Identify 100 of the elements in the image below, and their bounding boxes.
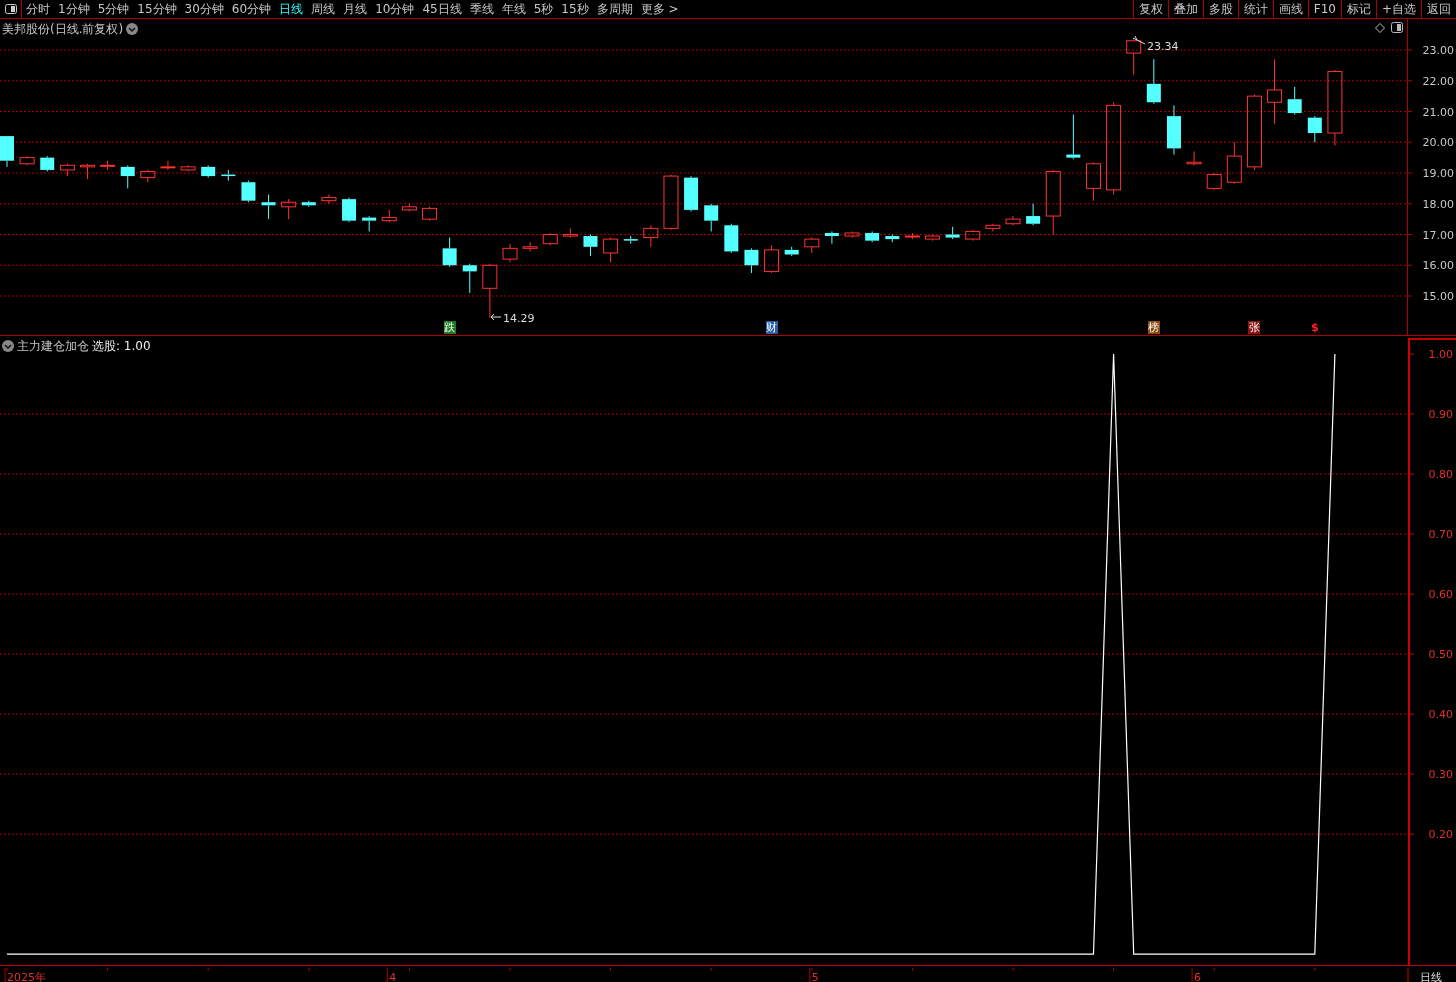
candlestick bbox=[925, 234, 940, 242]
candlestick bbox=[1206, 172, 1222, 191]
toolbar-button[interactable]: 多股 bbox=[1202, 0, 1238, 18]
axis-label: 0.50 bbox=[1428, 648, 1453, 662]
candlestick bbox=[201, 164, 216, 179]
period-tab[interactable]: 月线 bbox=[339, 0, 372, 18]
candlestick bbox=[381, 209, 397, 223]
candlestick bbox=[562, 227, 578, 239]
candlestick bbox=[120, 164, 135, 189]
event-tag: 张 bbox=[1248, 321, 1261, 334]
candlestick bbox=[1066, 114, 1081, 160]
candlestick bbox=[140, 169, 156, 183]
toolbar-button[interactable]: 返回 bbox=[1421, 0, 1456, 18]
period-tab[interactable]: 5分钟 bbox=[93, 0, 134, 18]
toolbar-button[interactable]: F10 bbox=[1307, 0, 1341, 18]
candlestick bbox=[985, 223, 1001, 232]
axis-label: 0.80 bbox=[1428, 468, 1453, 482]
period-tab[interactable]: 周线 bbox=[307, 0, 340, 18]
candlestick bbox=[422, 206, 437, 222]
period-tab[interactable]: 更多 > bbox=[636, 0, 683, 18]
toolbar-button[interactable]: 统计 bbox=[1237, 0, 1273, 18]
period-tab[interactable]: 30分钟 bbox=[180, 0, 228, 18]
chart-title: 美邦股份(日线.前复权) bbox=[2, 21, 124, 38]
candlestick bbox=[1166, 104, 1181, 156]
period-tab[interactable]: 45日线 bbox=[418, 0, 466, 18]
dropdown-icon[interactable] bbox=[126, 23, 139, 35]
period-tab[interactable]: 15分钟 bbox=[133, 0, 181, 18]
leader-line bbox=[1132, 35, 1146, 45]
candlestick bbox=[1287, 86, 1302, 116]
axis-label: 5 bbox=[811, 970, 819, 982]
candlestick bbox=[442, 237, 457, 268]
axis-label: 21.00 bbox=[1422, 105, 1454, 119]
candlestick bbox=[40, 155, 55, 172]
axis-label: 6 bbox=[1194, 970, 1202, 982]
axis-label: 0.40 bbox=[1428, 708, 1453, 722]
candlestick bbox=[301, 200, 316, 208]
period-tab[interactable]: 年线 bbox=[497, 0, 530, 18]
panel-toggle-icon[interactable] bbox=[1391, 22, 1403, 33]
candlestick bbox=[542, 232, 558, 246]
candlestick bbox=[945, 226, 960, 240]
candlestick bbox=[100, 160, 116, 171]
period-label: 日线 bbox=[1420, 970, 1442, 982]
candlestick bbox=[1226, 141, 1242, 185]
candlestick bbox=[261, 194, 276, 220]
leader-line bbox=[490, 313, 502, 321]
axis-label: 19.00 bbox=[1422, 167, 1454, 180]
candlestick bbox=[744, 247, 759, 274]
indicator-name: 主力建仓加仓 bbox=[17, 338, 89, 355]
axis-label: 0.90 bbox=[1428, 408, 1453, 421]
axis-label: 0.20 bbox=[1428, 828, 1453, 842]
candlestick bbox=[0, 135, 14, 168]
candlestick bbox=[1005, 215, 1021, 226]
period-tab[interactable]: 5秒 bbox=[529, 0, 558, 18]
toolbar-button[interactable]: 标记 bbox=[1340, 0, 1376, 18]
candlestick bbox=[482, 263, 498, 319]
candlestick bbox=[784, 246, 799, 257]
candlestick bbox=[19, 155, 35, 166]
candlestick bbox=[1307, 115, 1322, 143]
event-tag: 榜 bbox=[1147, 321, 1160, 334]
candlestick bbox=[281, 198, 297, 220]
period-tab[interactable]: 多周期 bbox=[592, 0, 637, 18]
candlestick bbox=[180, 164, 196, 172]
candlestick bbox=[643, 224, 659, 248]
candlestick bbox=[462, 263, 477, 294]
axis-label: 0.70 bbox=[1428, 528, 1453, 542]
period-tab[interactable]: 10分钟 bbox=[371, 0, 419, 18]
candlestick bbox=[583, 234, 598, 257]
candlestick bbox=[623, 235, 638, 245]
candlestick bbox=[59, 163, 75, 177]
diamond-icon[interactable] bbox=[1375, 22, 1385, 33]
price-label: 23.34 bbox=[1147, 40, 1179, 53]
toolbar-button[interactable]: +自选 bbox=[1375, 0, 1421, 18]
candlestick bbox=[844, 230, 860, 239]
toolbar-button[interactable]: 复权 bbox=[1132, 0, 1168, 18]
period-tab[interactable]: 分时 bbox=[22, 0, 54, 18]
period-tab[interactable]: 60分钟 bbox=[227, 0, 276, 18]
toolbar-button[interactable]: 叠加 bbox=[1167, 0, 1203, 18]
dropdown-icon[interactable] bbox=[2, 340, 14, 352]
period-tab[interactable]: 季线 bbox=[465, 0, 498, 18]
axis-label: 0.60 bbox=[1428, 588, 1453, 602]
toolbar-button[interactable]: 画线 bbox=[1272, 0, 1308, 18]
axis-label: 4 bbox=[389, 970, 397, 982]
axis-label: 20.00 bbox=[1422, 136, 1454, 150]
candlestick bbox=[502, 243, 518, 263]
axis-label: 17.00 bbox=[1422, 228, 1454, 242]
axis-label: 0.30 bbox=[1428, 768, 1453, 782]
candlestick bbox=[1267, 58, 1283, 125]
candlestick bbox=[824, 230, 839, 245]
period-tab[interactable]: 15秒 bbox=[557, 0, 593, 18]
event-tag: 跌 bbox=[443, 321, 456, 334]
candlestick bbox=[885, 234, 900, 243]
candlestick bbox=[684, 175, 699, 212]
candlestick bbox=[663, 174, 679, 231]
indicator-value: 选股: 1.00 bbox=[92, 338, 151, 355]
period-tab[interactable]: 1分钟 bbox=[54, 0, 94, 18]
candlestick bbox=[1146, 58, 1161, 105]
period-tab[interactable]: 日线 bbox=[275, 0, 308, 18]
axis-label: 16.00 bbox=[1422, 259, 1454, 273]
candlestick bbox=[221, 169, 236, 182]
axis-label: 15.00 bbox=[1422, 290, 1454, 303]
